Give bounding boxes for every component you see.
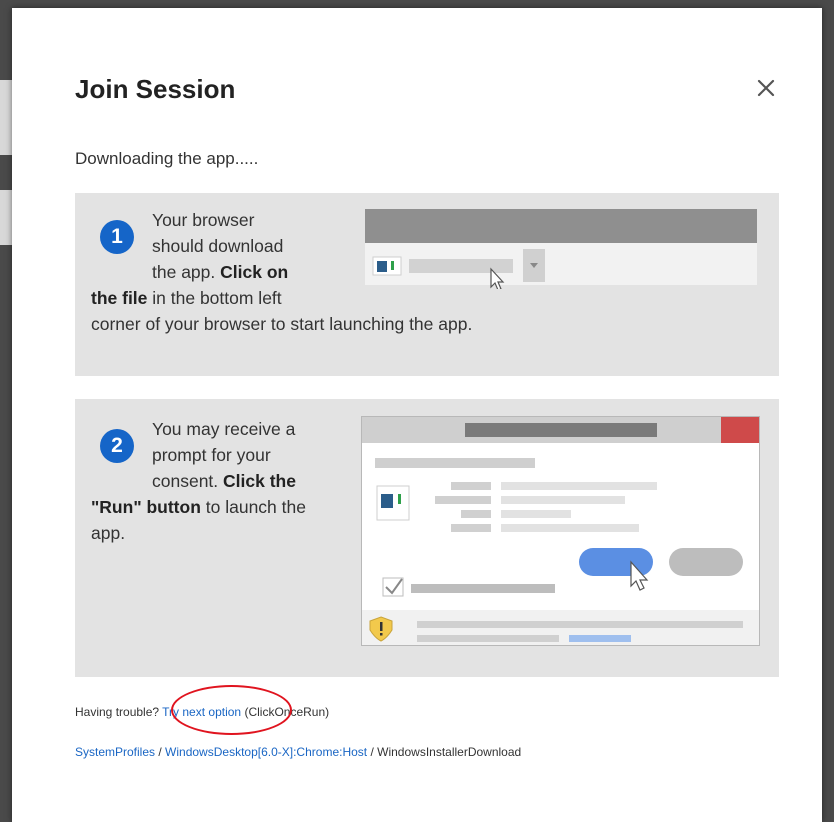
breadcrumb-separator: / xyxy=(155,745,166,759)
join-session-dialog: Join Session Downloading the app..... 1 … xyxy=(12,8,822,822)
breadcrumb: SystemProfiles / WindowsDesktop[6.0-X]:C… xyxy=(75,745,521,759)
annotation-circle xyxy=(171,685,292,735)
step-text-line: prompt for your xyxy=(152,445,271,465)
breadcrumb-current: WindowsInstallerDownload xyxy=(377,745,522,759)
step-text-line: You may receive a xyxy=(152,419,296,439)
step-text: to launch the xyxy=(200,497,306,517)
step-text-bold: Click on xyxy=(220,262,289,282)
step-text-line: corner of your browser to start launchin… xyxy=(91,314,473,334)
step-1-panel: 1 Your browser should download the app. … xyxy=(75,193,779,376)
backdrop-strip xyxy=(0,80,12,155)
step-text-line: "Run" button to launch the xyxy=(91,494,361,520)
backdrop-strip xyxy=(0,190,12,245)
browser-download-illustration xyxy=(365,209,757,289)
breadcrumb-separator: / xyxy=(367,745,378,759)
step-text-line: app. xyxy=(91,523,126,543)
step-text-bold: Click the xyxy=(223,471,296,491)
step-2-instructions: You may receive a prompt for your consen… xyxy=(91,416,361,546)
close-icon xyxy=(757,79,775,97)
trouble-prefix: Having trouble? xyxy=(75,705,163,719)
step-text: consent. xyxy=(152,471,224,491)
download-status: Downloading the app..... xyxy=(75,149,259,168)
breadcrumb-link-windowsdesktop[interactable]: WindowsDesktop[6.0-X]:Chrome:Host xyxy=(165,745,367,759)
breadcrumb-link-systemprofiles[interactable]: SystemProfiles xyxy=(75,745,155,759)
step-text-bold: the file xyxy=(91,288,148,308)
step-text-bold: "Run" button xyxy=(91,497,201,517)
close-button[interactable] xyxy=(752,74,780,102)
step-text: the app. xyxy=(152,262,221,282)
run-prompt-illustration xyxy=(361,416,760,646)
step-text: in the bottom left xyxy=(147,288,282,308)
step-text-line: consent. Click the xyxy=(91,468,361,494)
step-2-panel: 2 You may receive a prompt for your cons… xyxy=(75,399,779,677)
dialog-title: Join Session xyxy=(75,74,236,104)
